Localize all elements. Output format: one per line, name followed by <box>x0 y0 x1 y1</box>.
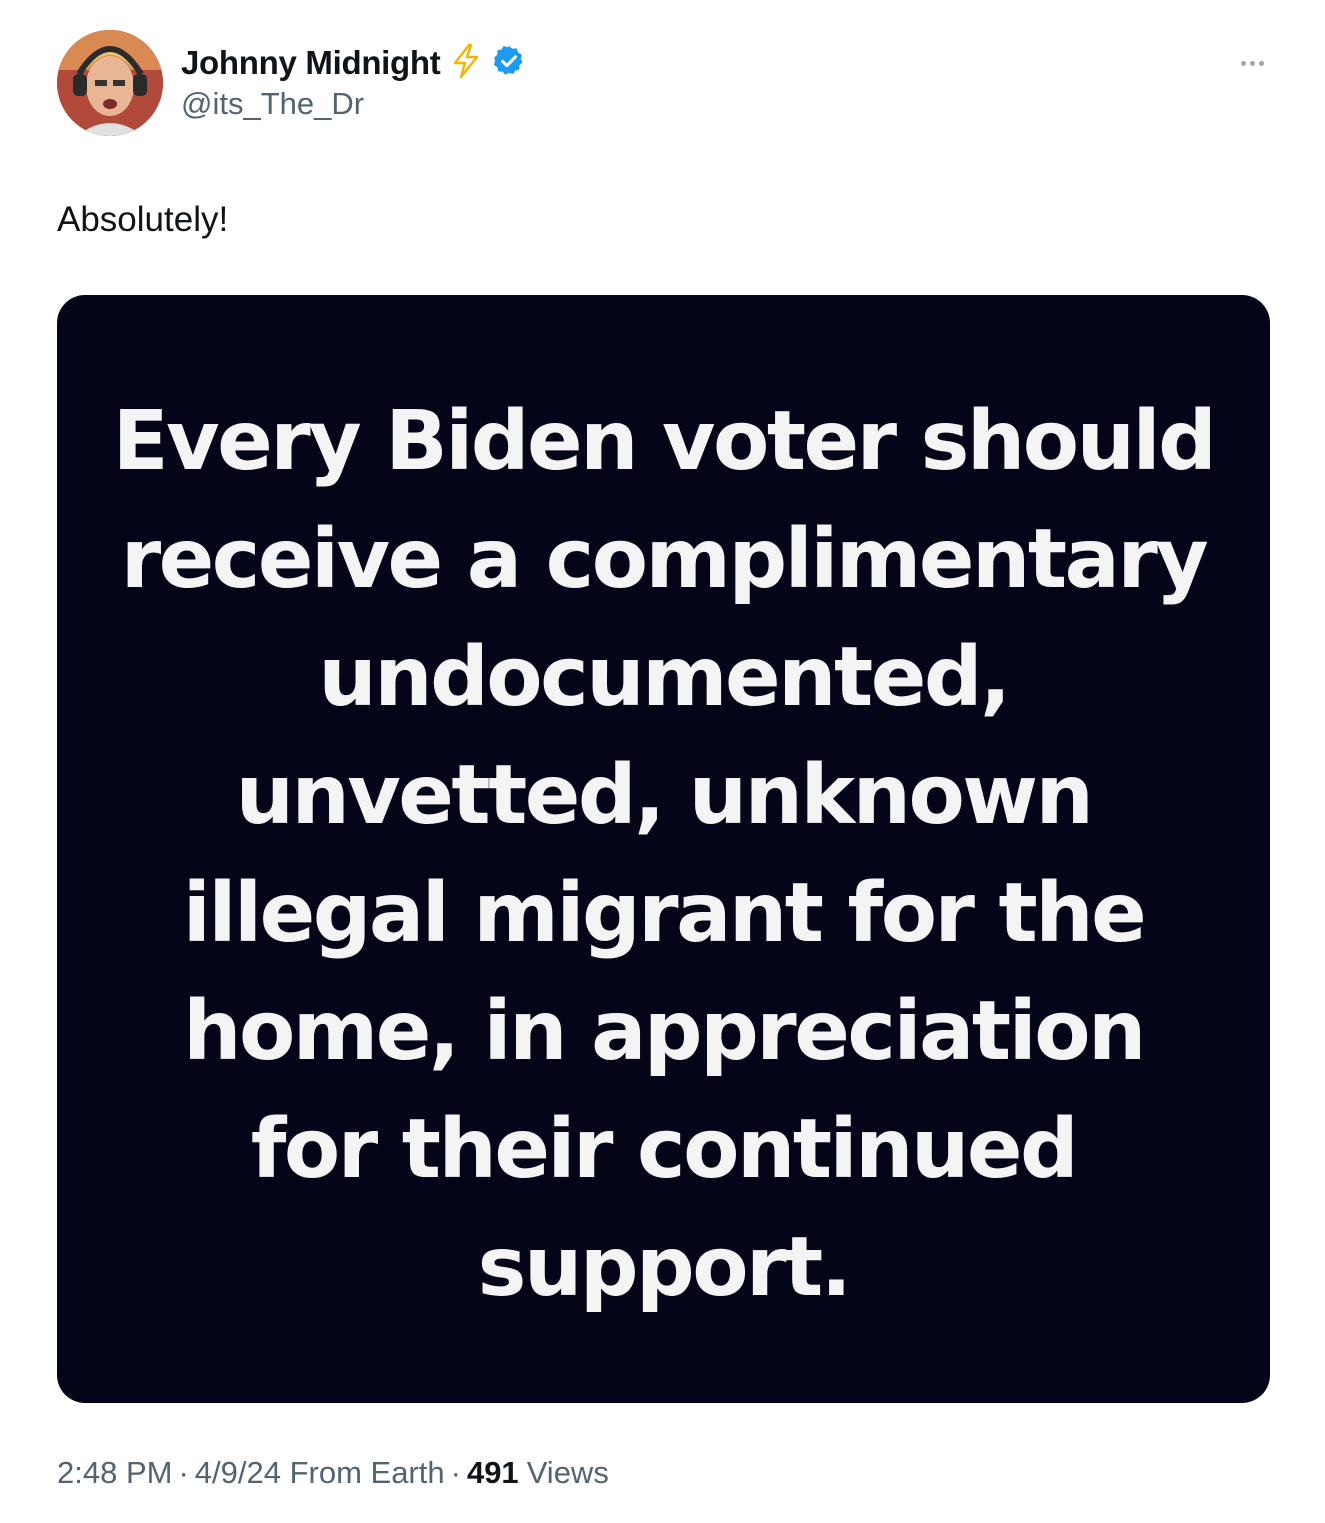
tweet-date-source[interactable]: 4/9/24 From Earth <box>195 1455 445 1491</box>
meme-line: illegal migrant for the <box>182 866 1147 961</box>
meme-line: home, in appreciation <box>183 984 1146 1079</box>
avatar-image <box>57 30 163 136</box>
more-options-icon-dot <box>1258 60 1264 66</box>
more-options-button[interactable] <box>1232 48 1272 78</box>
meme-line: for their continued <box>250 1102 1079 1197</box>
meme-line: undocumented, <box>318 630 1011 725</box>
tweet-media-image[interactable]: Every Biden voter should receive a compl… <box>57 295 1270 1403</box>
lightning-icon <box>450 43 482 84</box>
meme-line: receive a complimentary <box>120 512 1209 607</box>
author-display-name[interactable]: Johnny Midnight <box>181 44 441 82</box>
meme-line: support. <box>477 1220 852 1315</box>
meme-line: unvetted, unknown <box>235 748 1094 843</box>
author-name-row: Johnny Midnight <box>181 42 526 84</box>
verified-badge-icon[interactable] <box>492 44 526 83</box>
author-handle[interactable]: @its_The_Dr <box>181 86 364 122</box>
meme-line: Every Biden voter should <box>112 394 1217 489</box>
tweet-time[interactable]: 2:48 PM <box>57 1455 172 1491</box>
meme-text: Every Biden voter should receive a compl… <box>77 383 1250 1327</box>
separator: · <box>450 1455 461 1490</box>
more-options-icon-dot <box>1249 60 1255 66</box>
avatar[interactable] <box>57 30 163 136</box>
separator: · <box>178 1455 189 1490</box>
tweet-text: Absolutely! <box>57 200 229 239</box>
views-label: Views <box>526 1455 609 1490</box>
more-options-icon <box>1240 60 1246 66</box>
tweet-meta: 2:48 PM · 4/9/24 From Earth · 491 Views <box>57 1455 609 1491</box>
views-count: 491 <box>466 1455 519 1490</box>
